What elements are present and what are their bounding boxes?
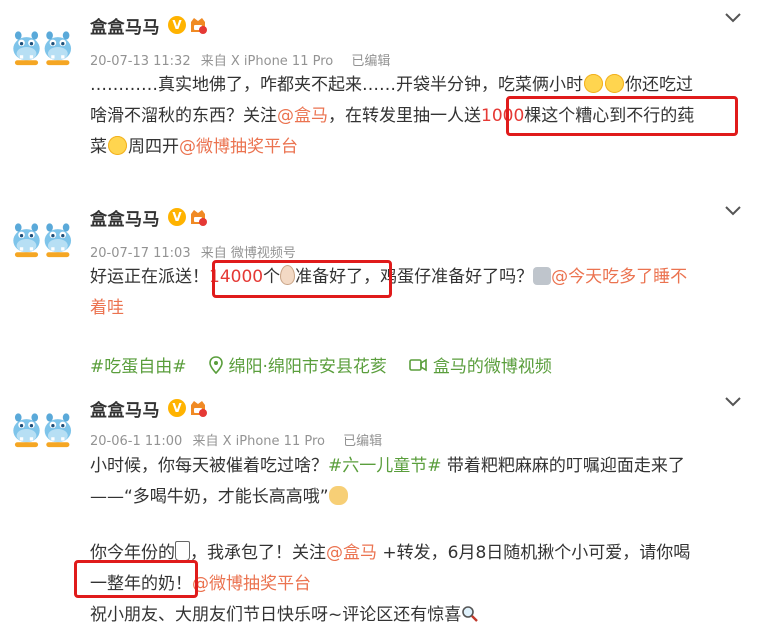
member-icon[interactable]	[188, 398, 208, 418]
post-source: 来自 X iPhone 11 Pro	[200, 54, 334, 69]
text-segment: +转发，6月8日随机揪个小可爱，请你喝	[377, 543, 691, 563]
post-source: 来自 X iPhone 11 Pro	[192, 434, 325, 449]
verified-icon: V	[168, 16, 186, 34]
post-meta: 20-07-17 11:03 来自 微博视频号	[90, 242, 302, 261]
text-segment: 啥滑不溜秋的东西？关注	[90, 106, 277, 126]
text-segment: 小时候，你每天被催着吃过啥？	[90, 456, 328, 476]
post-text: 小时候，你每天被催着吃过啥？#六一儿童节# 带着粑粑麻麻的叮嘱迎面走来了 ——“…	[90, 451, 740, 631]
mention-link[interactable]: @微博抽奖平台	[179, 137, 298, 157]
mention-link-continued[interactable]: 着哇	[90, 298, 124, 318]
text-segment: ，在转发里抽一人送	[328, 106, 481, 126]
text-segment: 带着粑粑麻麻的叮嘱迎面走来了	[441, 456, 685, 476]
smile-emoji	[108, 136, 127, 155]
video-tag[interactable]: 盒马的微博视频	[409, 352, 552, 377]
author-row: 盒盒马马 V	[90, 205, 208, 230]
author-row: 盒盒马马 V	[90, 396, 208, 421]
verified-icon: V	[168, 399, 186, 417]
edited-label[interactable]: 已编辑	[351, 54, 390, 69]
edited-label[interactable]: 已编辑	[343, 434, 382, 449]
author-row: 盒盒马马 V	[90, 13, 208, 38]
chevron-down-icon[interactable]	[724, 396, 742, 408]
avatar[interactable]	[10, 404, 76, 454]
mention-link[interactable]: @微博抽奖平台	[192, 574, 311, 594]
text-segment: 你还吃过	[625, 75, 693, 95]
avatar[interactable]	[10, 22, 76, 72]
mention-link[interactable]: @盒马	[277, 106, 328, 126]
location-icon	[208, 355, 223, 374]
post-source: 来自 微博视频号	[200, 246, 296, 261]
post-time[interactable]: 20-07-17 11:03	[90, 246, 191, 261]
magnifier-emoji	[462, 606, 479, 622]
smile-emoji	[584, 74, 603, 93]
highlight-box	[212, 260, 392, 298]
chevron-down-icon[interactable]	[724, 12, 742, 24]
text-segment: 祝小朋友、大朋友们节日快乐呀~评论区还有惊喜	[90, 605, 462, 625]
text-segment: …………真实地佛了，咋都夹不起来……开袋半分钟，吃菜俩小时	[90, 75, 583, 95]
chevron-down-icon[interactable]	[724, 205, 742, 217]
post-meta: 20-06-1 11:00 来自 X iPhone 11 Pro 已编辑	[90, 430, 388, 449]
dog-emoji	[328, 486, 348, 505]
text-segment: 周四开	[128, 137, 179, 157]
mention-link[interactable]: @今天吃多了睡不	[551, 267, 687, 287]
highlight-box	[506, 96, 738, 136]
video-icon	[409, 358, 427, 371]
author-name[interactable]: 盒盒马马	[90, 205, 160, 230]
highlight-box	[74, 560, 198, 598]
author-name[interactable]: 盒盒马马	[90, 13, 160, 38]
robot-emoji	[533, 267, 552, 285]
text-segment: ——“多喝牛奶，才能长高高哦”	[90, 487, 329, 507]
topic-tag[interactable]: #吃蛋自由#	[90, 352, 187, 377]
post-time[interactable]: 20-06-1 11:00	[90, 434, 182, 449]
video-text: 盒马的微博视频	[432, 357, 552, 377]
mention-link[interactable]: @盒马	[326, 543, 377, 563]
text-segment: 好运正在派送！	[90, 267, 209, 287]
smile-emoji	[605, 74, 624, 93]
post-tags: #吃蛋自由# 绵阳·绵阳市安县花荄 盒马的微博视频	[90, 352, 552, 377]
avatar[interactable]	[10, 214, 76, 264]
text-segment: 菜	[90, 137, 107, 157]
member-icon[interactable]	[188, 15, 208, 35]
milk-cup-emoji	[175, 541, 190, 561]
text-segment: ，我承包了！关注	[190, 543, 326, 563]
post-text: 好运正在派送！14000个 准备好了，鸡蛋仔准备好了吗？ @今天吃多了睡不 着哇	[90, 262, 740, 324]
location-tag[interactable]: 绵阳·绵阳市安县花荄	[208, 352, 387, 377]
location-text: 绵阳·绵阳市安县花荄	[228, 357, 387, 377]
author-name[interactable]: 盒盒马马	[90, 396, 160, 421]
verified-icon: V	[168, 208, 186, 226]
post-meta: 20-07-13 11:32 来自 X iPhone 11 Pro 已编辑	[90, 50, 396, 69]
post-time[interactable]: 20-07-13 11:32	[90, 54, 191, 69]
member-icon[interactable]	[188, 207, 208, 227]
topic-link[interactable]: #六一儿童节#	[328, 456, 442, 476]
